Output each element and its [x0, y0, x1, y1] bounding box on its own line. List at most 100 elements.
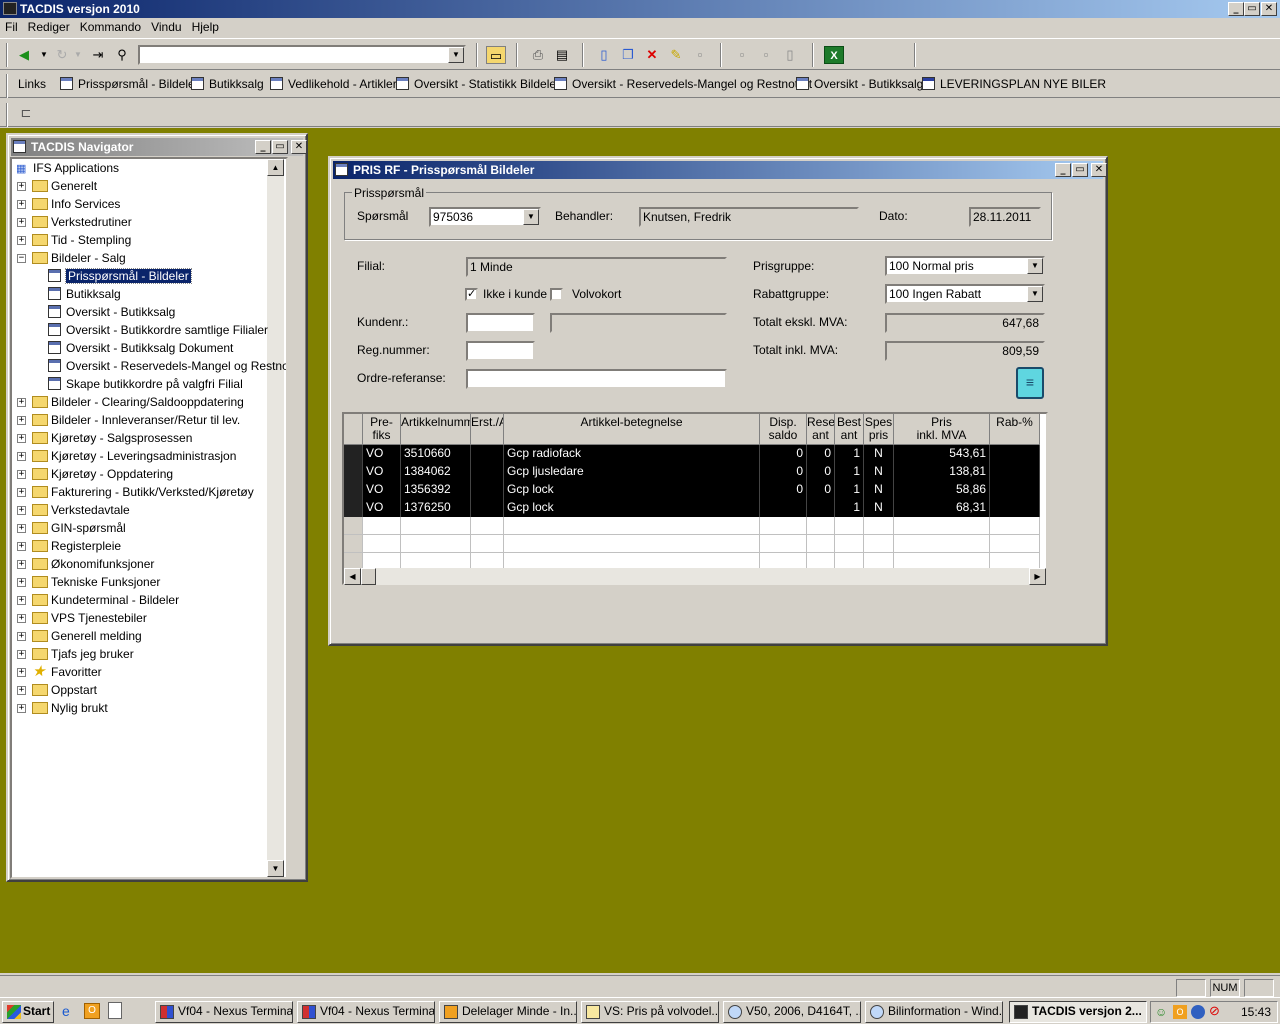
regnr-input[interactable] [466, 341, 535, 361]
tree-item[interactable]: + Info Services [16, 195, 120, 213]
expand-icon[interactable]: + [17, 596, 26, 605]
tree-item[interactable]: − Bildeler - Salg [16, 249, 126, 267]
navigator-maximize-button[interactable]: ▭ [272, 140, 288, 154]
table-cell[interactable]: VO [363, 481, 401, 499]
table-cell[interactable]: 58,86 [894, 481, 990, 499]
expand-icon[interactable]: + [17, 416, 26, 425]
tree-item[interactable]: + Kjøretøy - Leveringsadministrasjon [16, 447, 236, 465]
table-cell[interactable]: 3510660 [401, 445, 471, 463]
column-header[interactable]: Best ant [835, 414, 864, 445]
ikke-i-kunde-checkbox[interactable]: ✓ [465, 288, 478, 301]
chevron-down-icon[interactable]: ▼ [1027, 286, 1043, 302]
menu-hjelp[interactable]: Hjelp [187, 18, 224, 34]
column-header[interactable]: Spes pris [864, 414, 894, 445]
table-cell[interactable] [504, 517, 760, 535]
table-cell[interactable]: N [864, 463, 894, 481]
tree-item[interactable]: + Tid - Stempling [16, 231, 131, 249]
blank-document-icon[interactable] [108, 1002, 122, 1019]
expand-icon[interactable]: + [17, 704, 26, 713]
tree-item[interactable]: Oversikt - Butikksalg Dokument [48, 339, 233, 357]
table-cell[interactable] [990, 535, 1040, 553]
table-cell[interactable] [807, 517, 835, 535]
column-header[interactable]: Pre- fiks [363, 414, 401, 445]
expand-icon[interactable]: + [17, 524, 26, 533]
expand-icon[interactable]: + [17, 236, 26, 245]
table-cell[interactable] [894, 517, 990, 535]
table-cell[interactable] [894, 535, 990, 553]
ie-icon[interactable]: e [62, 1003, 78, 1019]
tree-item[interactable]: + GIN-spørsmål [16, 519, 126, 537]
tree-item[interactable]: + Kjøretøy - Oppdatering [16, 465, 173, 483]
tree-item[interactable]: + Tekniske Funksjoner [16, 573, 160, 591]
table-cell[interactable]: 1384062 [401, 463, 471, 481]
back-icon[interactable]: ◀ [14, 46, 34, 64]
column-header[interactable]: Artikkel-betegnelse [504, 414, 760, 445]
chevron-down-icon[interactable]: ▼ [523, 209, 539, 225]
tree-item[interactable]: + Bildeler - Clearing/Saldooppdatering [16, 393, 244, 411]
task-nexus-2[interactable]: Vf04 - Nexus Terminal [297, 1001, 435, 1023]
table-cell[interactable]: N [864, 445, 894, 463]
row-selector[interactable] [344, 445, 363, 463]
expand-icon[interactable]: + [17, 614, 26, 623]
new-icon[interactable]: ▯ [594, 46, 614, 64]
table-cell[interactable]: Gcp ljusledare [504, 463, 760, 481]
rabattgruppe-dropdown[interactable]: 100 Ingen Rabatt ▼ [885, 284, 1045, 304]
task-nexus-1[interactable]: Vf04 - Nexus Terminal [155, 1001, 293, 1023]
table-cell[interactable] [471, 535, 504, 553]
tree-item[interactable]: Prisspørsmål - Bildeler [48, 267, 192, 285]
kundenr-input[interactable] [466, 313, 535, 333]
table-cell[interactable]: 0 [760, 445, 807, 463]
table-cell[interactable]: 0 [760, 481, 807, 499]
sound-muted-icon[interactable]: ⊘ [1209, 1003, 1220, 1019]
save-icon[interactable]: ▯ [780, 46, 800, 64]
tree-item[interactable]: + Oppstart [16, 681, 97, 699]
expand-icon[interactable]: + [17, 668, 26, 677]
table-cell[interactable]: 1376250 [401, 499, 471, 517]
expand-icon[interactable]: + [17, 542, 26, 551]
tree-item[interactable]: Oversikt - Butikksalg [48, 303, 175, 321]
tree-item[interactable]: + ★ Favoritter [16, 663, 102, 681]
table-cell[interactable] [401, 535, 471, 553]
table-cell[interactable] [363, 535, 401, 553]
column-header[interactable]: Disp. saldo [760, 414, 807, 445]
table-cell[interactable] [990, 481, 1040, 499]
print-preview-icon[interactable]: ▤ [552, 46, 572, 64]
open-folder-icon[interactable]: ▭ [486, 46, 506, 64]
blank-icon[interactable]: ▫ [690, 46, 710, 64]
table-cell[interactable] [401, 517, 471, 535]
navigator-minimize-button[interactable]: _ [255, 140, 271, 154]
tree-item[interactable]: + Kundeterminal - Bildeler [16, 591, 179, 609]
command-combobox[interactable]: ▼ [138, 45, 466, 65]
table-cell[interactable] [990, 463, 1040, 481]
table-cell[interactable]: Gcp radiofack [504, 445, 760, 463]
table-cell[interactable] [835, 535, 864, 553]
expand-icon[interactable]: + [17, 218, 26, 227]
link-leveringsplan[interactable]: LEVERINGSPLAN NYE BILER [922, 77, 1106, 91]
table-cell[interactable] [760, 535, 807, 553]
table-cell[interactable]: N [864, 499, 894, 517]
duplicate-icon[interactable]: ❐ [618, 46, 638, 64]
tree-item[interactable]: + Økonomifunksjoner [16, 555, 154, 573]
table-cell[interactable]: 0 [807, 445, 835, 463]
table-cell[interactable] [471, 463, 504, 481]
column-header[interactable]: Rese ant [807, 414, 835, 445]
start-button[interactable]: Start [2, 1001, 54, 1023]
expand-icon[interactable]: + [17, 560, 26, 569]
expand-icon[interactable]: + [17, 200, 26, 209]
excel-icon[interactable]: X [824, 46, 844, 64]
task-tacdis[interactable]: TACDIS versjon 2... [1009, 1001, 1147, 1023]
empty-row[interactable] [344, 517, 1046, 535]
last-record-icon[interactable]: ▫ [756, 46, 776, 64]
table-row[interactable]: VO 1376250 Gcp lock 1 N 68,31 [344, 499, 1046, 517]
expand-icon[interactable]: + [17, 452, 26, 461]
menu-kommando[interactable]: Kommando [75, 18, 146, 34]
table-cell[interactable]: 0 [760, 463, 807, 481]
pris-maximize-button[interactable]: ▭ [1072, 163, 1088, 177]
tree-item[interactable]: Skape butikkordre på valgfri Filial [48, 375, 243, 393]
table-cell[interactable]: Gcp lock [504, 499, 760, 517]
outlook-tray-icon[interactable]: O [1173, 1005, 1187, 1019]
task-delelager[interactable]: Delelager Minde - In... [439, 1001, 577, 1023]
ordre-referanse-input[interactable] [466, 369, 727, 389]
tree-item[interactable]: + Verkstedrutiner [16, 213, 132, 231]
expand-icon[interactable]: + [17, 686, 26, 695]
